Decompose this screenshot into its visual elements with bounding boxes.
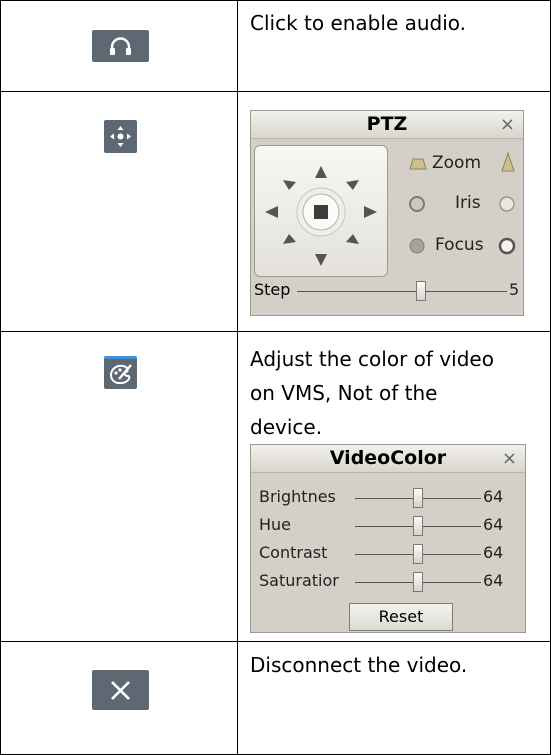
ptz-title-bar: PTZ: [251, 111, 523, 139]
videocolor-button[interactable]: [104, 356, 137, 389]
arrow-left-icon: [265, 206, 278, 218]
videocolor-description-line-2: on VMS, Not of the: [250, 381, 438, 405]
iris-close-icon[interactable]: [408, 195, 426, 213]
videocolor-title-bar: VideoColor: [251, 445, 525, 473]
ptz-stop-icon: [314, 205, 328, 219]
contrast-label: Contrast: [259, 543, 328, 562]
iris-open-icon[interactable]: [498, 195, 516, 213]
videocolor-close-icon[interactable]: ×: [502, 445, 517, 472]
ptz-arrows: [265, 166, 377, 266]
arrow-down-right-icon: [346, 234, 359, 244]
ptz-close-icon[interactable]: ×: [500, 111, 515, 138]
headphones-icon: [110, 37, 131, 55]
hue-value: 64: [483, 515, 504, 534]
audio-button[interactable]: [92, 30, 149, 62]
table-border: [0, 641, 551, 642]
hue-label: Hue: [259, 515, 292, 534]
arrow-up-left-icon: [283, 180, 296, 190]
ptz-move-icon: [110, 126, 131, 147]
ptz-direction-pad: [254, 145, 388, 277]
disconnect-description: Disconnect the video.: [250, 653, 468, 677]
saturation-label: Saturatior: [259, 571, 339, 590]
saturation-value: 64: [483, 571, 504, 590]
zoom-label: Zoom: [432, 153, 482, 173]
step-slider-thumb[interactable]: [416, 281, 426, 301]
table-border: [0, 331, 551, 332]
ptz-panel: PTZ × Zoom Iris Focus Step 5: [250, 110, 524, 316]
table-border: [0, 0, 1, 755]
disconnect-button[interactable]: [92, 670, 149, 710]
videocolor-title: VideoColor: [329, 447, 447, 469]
arrow-down-left-icon: [283, 234, 296, 244]
focus-label: Focus: [435, 235, 484, 255]
reset-button[interactable]: Reset: [349, 603, 453, 631]
table-border: [0, 91, 551, 92]
contrast-slider-thumb[interactable]: [413, 544, 423, 564]
saturation-slider-thumb[interactable]: [413, 572, 423, 592]
ptz-button[interactable]: [104, 120, 137, 153]
hue-slider-thumb[interactable]: [413, 516, 423, 536]
step-label: Step: [254, 280, 291, 299]
arrow-down-icon: [315, 254, 327, 266]
arrow-right-icon: [364, 206, 377, 218]
focus-near-icon[interactable]: [408, 237, 426, 255]
brightness-value: 64: [483, 487, 504, 506]
palette-icon: [109, 364, 132, 385]
zoom-out-icon[interactable]: [408, 153, 428, 171]
brightness-label: Brightnes: [259, 487, 336, 506]
close-icon: [111, 681, 130, 700]
videocolor-description-line-1: Adjust the color of video: [250, 347, 494, 371]
contrast-value: 64: [483, 543, 504, 562]
ptz-title: PTZ: [366, 113, 408, 135]
focus-far-icon[interactable]: [498, 237, 516, 255]
videocolor-description-line-3: device.: [250, 415, 323, 439]
table-border: [0, 0, 551, 1]
arrow-up-icon: [315, 166, 327, 178]
arrow-up-right-icon: [346, 180, 359, 190]
iris-label: Iris: [455, 193, 481, 213]
table-border: [237, 0, 238, 755]
audio-description: Click to enable audio.: [250, 11, 467, 35]
videocolor-panel: VideoColor × Brightnes 64 Hue 64 Contras…: [250, 444, 526, 633]
step-slider-track[interactable]: [297, 291, 507, 292]
zoom-in-icon[interactable]: [500, 151, 516, 173]
step-value: 5: [509, 280, 520, 299]
brightness-slider-thumb[interactable]: [413, 488, 423, 508]
